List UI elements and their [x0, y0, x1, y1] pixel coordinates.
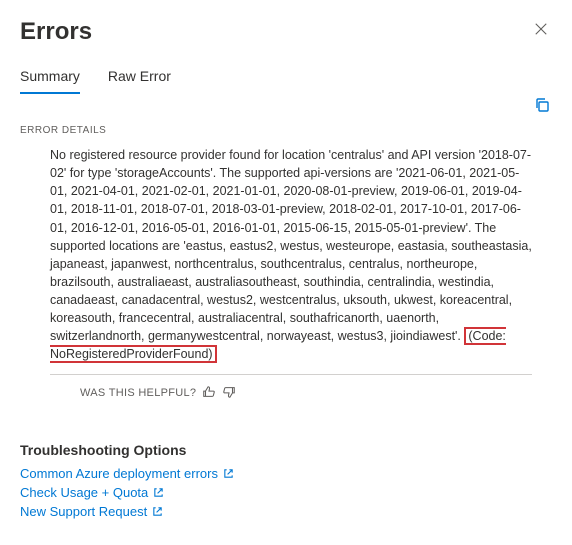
tab-raw-error[interactable]: Raw Error — [108, 68, 171, 94]
error-details-label: ERROR DETAILS — [20, 125, 106, 136]
external-link-icon — [153, 487, 164, 498]
error-details-header: ERROR DETAILS — [20, 95, 552, 136]
panel-title: Errors — [20, 18, 92, 46]
thumbs-down-icon[interactable] — [222, 385, 236, 402]
feedback-label: WAS THIS HELPFUL? — [80, 387, 196, 399]
panel-header: Errors — [20, 18, 552, 46]
link-usage-quota[interactable]: Check Usage + Quota — [20, 485, 552, 500]
external-link-icon — [152, 506, 163, 517]
link-label: Check Usage + Quota — [20, 485, 148, 500]
tab-summary[interactable]: Summary — [20, 68, 80, 94]
thumbs-up-icon[interactable] — [202, 385, 216, 402]
link-support-request[interactable]: New Support Request — [20, 504, 552, 519]
troubleshooting-links: Common Azure deployment errors Check Usa… — [20, 466, 552, 519]
link-label: Common Azure deployment errors — [20, 466, 218, 481]
close-icon[interactable] — [530, 18, 552, 45]
external-link-icon — [223, 468, 234, 479]
tab-bar: Summary Raw Error — [20, 68, 552, 95]
error-message-text: No registered resource provider found fo… — [50, 148, 532, 343]
copy-icon[interactable] — [532, 95, 552, 120]
link-label: New Support Request — [20, 504, 147, 519]
feedback-row: WAS THIS HELPFUL? — [80, 385, 552, 402]
error-message-block: No registered resource provider found fo… — [50, 146, 532, 375]
troubleshooting-title: Troubleshooting Options — [20, 442, 552, 458]
link-common-errors[interactable]: Common Azure deployment errors — [20, 466, 552, 481]
